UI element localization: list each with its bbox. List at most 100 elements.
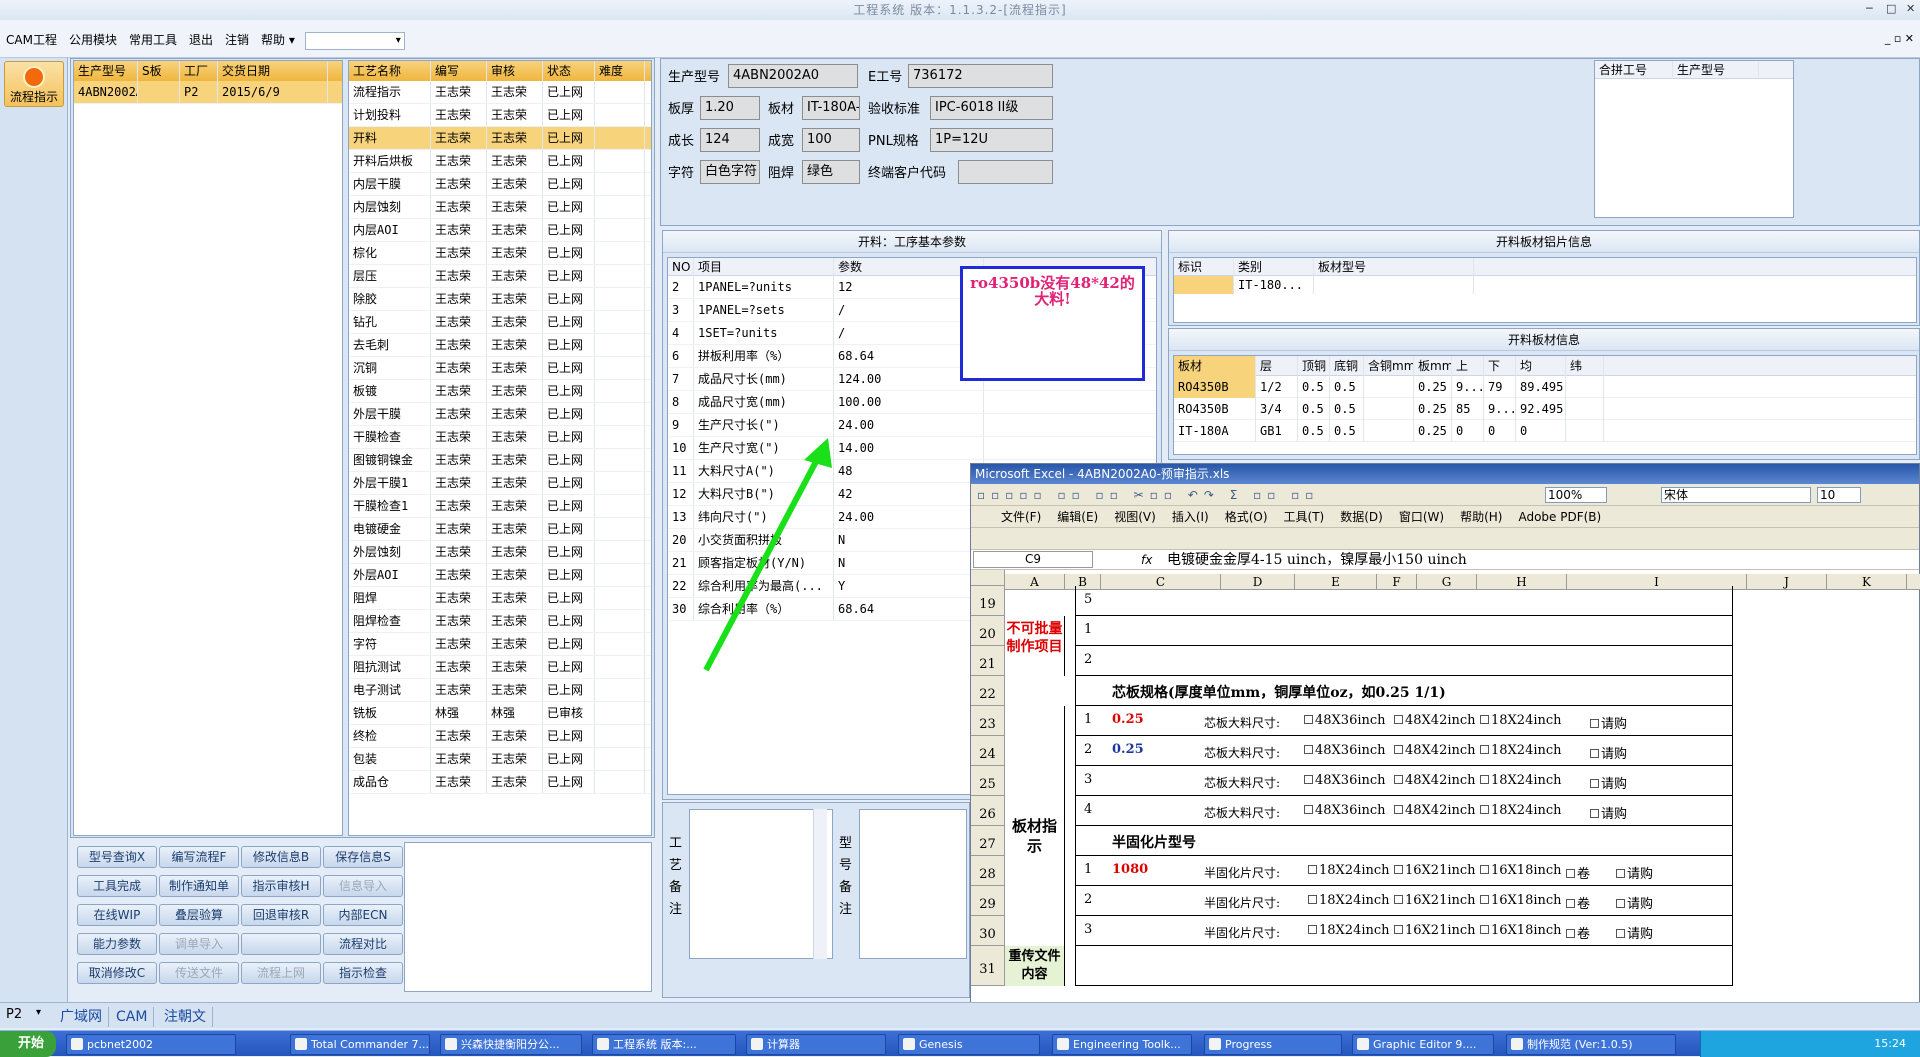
menu-help[interactable]: 帮助 ▾ bbox=[255, 20, 301, 60]
material-table[interactable]: 板材层顶铜 底铜 含铜mm 板mm 上下均纬 RO4350B 1/2 0.5 0.5 0.25 9… bbox=[1173, 355, 1917, 455]
plant-select[interactable]: P2 bbox=[6, 1007, 22, 1022]
process-row[interactable]: 开料 王志荣 王志荣 已上网 bbox=[349, 127, 651, 150]
checkbox[interactable] bbox=[1480, 925, 1489, 934]
taskbar-item[interactable]: pcbnet2002 bbox=[66, 1034, 236, 1055]
checkbox-option[interactable]: 请购 bbox=[1590, 773, 1627, 792]
checkbox[interactable] bbox=[1394, 895, 1403, 904]
checkbox-option[interactable]: 48X36inch bbox=[1304, 803, 1386, 818]
spreadsheet[interactable]: ABCDEFGHIJKL19520不可批量制作项目121222芯板规格(厚度单位… bbox=[971, 570, 1920, 1024]
action-button[interactable]: 在线WIP bbox=[77, 904, 157, 926]
checkbox[interactable] bbox=[1394, 925, 1403, 934]
column-header[interactable]: 纬 bbox=[1566, 356, 1604, 376]
excel-menu-item[interactable]: 数据(D) bbox=[1340, 506, 1383, 528]
row-header[interactable]: 26 bbox=[971, 796, 1005, 826]
font-select[interactable]: 宋体 bbox=[1661, 487, 1811, 503]
row-header[interactable]: 19 bbox=[971, 586, 1005, 616]
process-row[interactable]: 外层蚀刻 王志荣 王志荣 已上网 bbox=[349, 541, 651, 564]
column-header[interactable]: 交货日期 bbox=[218, 61, 328, 81]
checkbox-option[interactable]: 48X42inch bbox=[1394, 803, 1476, 818]
action-button[interactable]: 指示审核H bbox=[241, 875, 321, 897]
width-field[interactable]: 100 bbox=[802, 128, 860, 152]
process-row[interactable]: 字符 王志荣 王志荣 已上网 bbox=[349, 633, 651, 656]
action-button[interactable]: 编写流程F bbox=[159, 846, 239, 868]
checkbox-option[interactable]: 请购 bbox=[1590, 713, 1627, 732]
action-button[interactable]: 叠层验算 bbox=[159, 904, 239, 926]
zoom-select[interactable]: 100% bbox=[1545, 487, 1607, 503]
process-row[interactable]: 阻焊检查 王志荣 王志荣 已上网 bbox=[349, 610, 651, 633]
checkbox-option[interactable]: 请购 bbox=[1616, 923, 1653, 942]
checkbox[interactable] bbox=[1304, 775, 1313, 784]
material-row[interactable]: IT-180A GB1 0.5 0.5 0.25 0 0 0 bbox=[1174, 420, 1916, 442]
checkbox-option[interactable]: 16X21inch bbox=[1394, 923, 1476, 938]
checkbox-option[interactable]: 48X42inch bbox=[1394, 773, 1476, 788]
column-header[interactable]: NO bbox=[668, 258, 694, 276]
menu-logout[interactable]: 注销 bbox=[219, 20, 255, 60]
column-header[interactable]: 板材 bbox=[1174, 356, 1256, 376]
process-row[interactable]: 阻焊 王志荣 王志荣 已上网 bbox=[349, 587, 651, 610]
pnl-field[interactable]: 1P=12U bbox=[930, 128, 1053, 152]
checkbox-option[interactable]: 卷 bbox=[1566, 923, 1590, 942]
action-button[interactable]: 内部ECN bbox=[323, 904, 403, 926]
checkbox-option[interactable]: 16X18inch bbox=[1480, 863, 1562, 878]
checkbox-option[interactable]: 18X24inch bbox=[1308, 893, 1390, 908]
excel-menu-item[interactable]: 视图(V) bbox=[1114, 506, 1156, 528]
formula-input[interactable]: 电镀硬金金厚4-15 uinch，镍厚最小150 uinch bbox=[1167, 550, 1467, 570]
model-field[interactable]: 4ABN2002A0 bbox=[728, 64, 858, 88]
process-row[interactable]: 板镀 王志荣 王志荣 已上网 bbox=[349, 380, 651, 403]
row-header[interactable]: 27 bbox=[971, 826, 1005, 856]
process-row[interactable]: 干膜检查 王志荣 王志荣 已上网 bbox=[349, 426, 651, 449]
checkbox[interactable] bbox=[1590, 809, 1599, 818]
menu-public[interactable]: 公用模块 bbox=[63, 20, 123, 60]
start-button[interactable]: 开始 bbox=[0, 1031, 56, 1057]
column-header[interactable]: 编写 bbox=[431, 61, 487, 81]
action-button[interactable]: 指示检查 bbox=[323, 962, 403, 984]
action-button[interactable]: 型号查询X bbox=[77, 846, 157, 868]
column-header[interactable]: 均 bbox=[1516, 356, 1566, 376]
action-button[interactable]: 能力参数 bbox=[77, 933, 157, 955]
checkbox[interactable] bbox=[1590, 749, 1599, 758]
process-row[interactable]: 外层干膜1 王志荣 王志荣 已上网 bbox=[349, 472, 651, 495]
column-header[interactable]: 底铜 bbox=[1330, 356, 1364, 376]
column-header[interactable]: 项目 bbox=[694, 258, 834, 276]
process-row[interactable]: 内层AOI 王志荣 王志荣 已上网 bbox=[349, 219, 651, 242]
checkbox[interactable] bbox=[1304, 805, 1313, 814]
process-row[interactable]: 干膜检查1 王志荣 王志荣 已上网 bbox=[349, 495, 651, 518]
action-button[interactable]: 流程对比 bbox=[323, 933, 403, 955]
column-header[interactable]: 上 bbox=[1452, 356, 1484, 376]
checkbox-option[interactable]: 请购 bbox=[1616, 893, 1653, 912]
param-row[interactable]: 8 成品尺寸宽(mm) 100.00 bbox=[668, 391, 1156, 414]
checkbox[interactable] bbox=[1590, 779, 1599, 788]
length-field[interactable]: 124 bbox=[700, 128, 760, 152]
row-header[interactable]: 28 bbox=[971, 856, 1005, 886]
process-row[interactable]: 计划投料 王志荣 王志荣 已上网 bbox=[349, 104, 651, 127]
menu-exit[interactable]: 退出 bbox=[183, 20, 219, 60]
taskbar-item[interactable]: Graphic Editor 9.... bbox=[1352, 1034, 1494, 1055]
sheet-info-table[interactable]: 标识 类别 板材型号 IT-180... bbox=[1173, 257, 1917, 323]
menu-cam[interactable]: CAM工程 bbox=[0, 20, 63, 60]
checkbox-option[interactable]: 48X42inch bbox=[1394, 743, 1476, 758]
column-header[interactable]: 板mm bbox=[1414, 356, 1452, 376]
process-row[interactable]: 终检 王志荣 王志荣 已上网 bbox=[349, 725, 651, 748]
process-row[interactable]: 除胶 王志荣 王志荣 已上网 bbox=[349, 288, 651, 311]
process-row[interactable]: 钻孔 王志荣 王志荣 已上网 bbox=[349, 311, 651, 334]
checkbox-option[interactable]: 16X21inch bbox=[1394, 863, 1476, 878]
checkbox-option[interactable]: 请购 bbox=[1616, 863, 1653, 882]
process-row[interactable]: 成品仓 王志荣 王志荣 已上网 bbox=[349, 771, 651, 794]
checkbox[interactable] bbox=[1590, 719, 1599, 728]
action-button[interactable]: 回退审核R bbox=[241, 904, 321, 926]
checkbox[interactable] bbox=[1308, 925, 1317, 934]
action-button[interactable]: 修改信息B bbox=[241, 846, 321, 868]
action-button[interactable]: 制作通知单 bbox=[159, 875, 239, 897]
excel-menu-item[interactable]: 窗口(W) bbox=[1399, 506, 1444, 528]
taskbar-item[interactable]: 制作规范 (Ver:1.0.5) bbox=[1506, 1034, 1676, 1055]
corner-cell[interactable] bbox=[971, 570, 1005, 586]
process-row[interactable]: 包装 王志荣 王志荣 已上网 bbox=[349, 748, 651, 771]
column-header[interactable]: S板 bbox=[138, 61, 180, 81]
checkbox-option[interactable]: 48X36inch bbox=[1304, 773, 1386, 788]
merge-table[interactable]: 合拼工号 生产型号 bbox=[1594, 60, 1794, 218]
taskbar-item[interactable]: 兴森快捷衡阳分公... bbox=[440, 1034, 582, 1055]
checkbox-option[interactable]: 18X24inch bbox=[1480, 803, 1562, 818]
checkbox-option[interactable]: 48X42inch bbox=[1394, 713, 1476, 728]
process-row[interactable]: 电子测试 王志荣 王志荣 已上网 bbox=[349, 679, 651, 702]
model-remark-box[interactable] bbox=[859, 809, 967, 959]
